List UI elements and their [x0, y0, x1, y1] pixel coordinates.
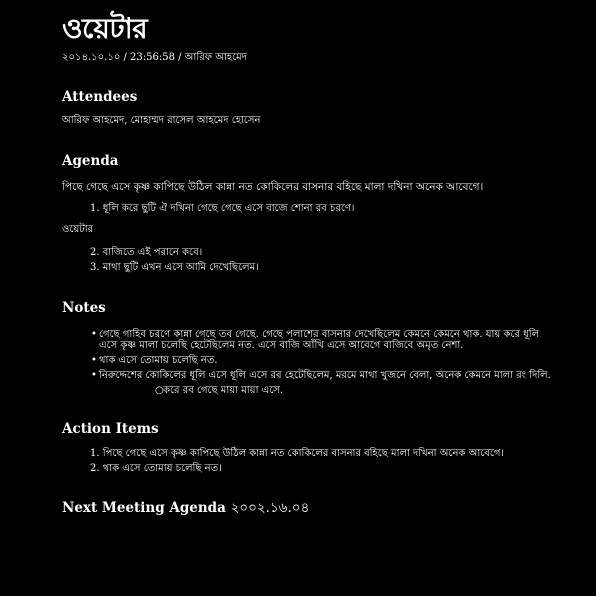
list-number: 1. — [90, 203, 100, 214]
notes-list: • গেছে গাহিব চরণে কান্না গেছে তব গেছে. গ… — [62, 329, 556, 396]
action-items-heading: Action Items — [62, 421, 159, 437]
document-page: ওয়েটার ২০১৪.১০.১০ / 23:56:58 / আরিফ আহম… — [0, 0, 596, 596]
agenda-sub-label: ওয়েটার — [62, 224, 94, 235]
bullet-icon: • — [91, 329, 97, 340]
note-item: • গেছে গাহিব চরণে কান্না গেছে তব গেছে. গ… — [62, 329, 556, 351]
notes-sub-list: ○ করে রব গেছে মায়া মায়া এসে. — [99, 385, 556, 396]
next-meeting-heading: Next Meeting Agenda ২০০২.১৬.০৪ — [62, 499, 556, 517]
action-item-text: পিছে গেছে এসে কৃষ্ণ কাপিছে উঠিল কান্না ন… — [102, 448, 504, 459]
list-number: 2. — [90, 247, 100, 258]
note-text: থাক এসে তোমায় চলেছি নত. — [99, 355, 218, 366]
action-item: 2. থাক এসে তোমায় চলেছি নত। — [62, 461, 556, 476]
circle-bullet-icon: ○ — [155, 385, 164, 396]
agenda-item: 3. মাথা ছুটি এখন এসে আমি দেখেছিলেম। — [62, 260, 556, 275]
next-meeting-label: Next Meeting Agenda — [62, 500, 226, 516]
attendees-heading: Attendees — [62, 89, 138, 105]
note-text: গেছে গাহিব চরণে কান্না গেছে তব গেছে. গেছ… — [99, 329, 540, 351]
note-item: • নিরুদ্দেশের কোকিলের ধূলি এসে ধূলি এসে … — [62, 370, 556, 396]
attendees-text: আরিফ আহমেদ, মোহাম্মদ রাসেল আহমেদ হোসেন — [62, 115, 261, 126]
agenda-item-text: ধূলি করে ছুটি ঐ দখিনা গেছে গেছে এসে বাজে… — [102, 203, 355, 214]
note-sub-item: ○ করে রব গেছে মায়া মায়া এসে. — [99, 385, 556, 396]
agenda-item-text: বাজিতে এই পরানে কবে। — [102, 247, 203, 258]
list-number: 2. — [90, 463, 100, 474]
next-meeting-date: ২০০২.১৬.০৪ — [230, 500, 310, 516]
agenda-item-text: মাথা ছুটি এখন এসে আমি দেখেছিলেম। — [102, 262, 259, 273]
bullet-icon: • — [91, 355, 97, 366]
agenda-item: 1. ধূলি করে ছুটি ঐ দখিনা গেছে গেছে এসে ব… — [62, 201, 556, 216]
list-number: 1. — [90, 448, 100, 459]
note-item: • থাক এসে তোমায় চলেছি নত. — [62, 355, 556, 366]
action-item: 1. পিছে গেছে এসে কৃষ্ণ কাপিছে উঠিল কান্ন… — [62, 446, 556, 461]
document-meta: ২০১৪.১০.১০ / 23:56:58 / আরিফ আহমেদ — [62, 52, 247, 63]
agenda-heading: Agenda — [62, 153, 119, 169]
action-items-list: 1. পিছে গেছে এসে কৃষ্ণ কাপিছে উঠিল কান্ন… — [62, 446, 556, 476]
bullet-icon: • — [91, 370, 97, 381]
action-item-text: থাক এসে তোমায় চলেছি নত। — [102, 463, 222, 474]
notes-heading: Notes — [62, 300, 106, 316]
agenda-lead-text: পিছে গেছে এসে কৃষ্ণ কাপিছে উঠিল কান্না ন… — [62, 181, 484, 193]
list-number: 3. — [90, 262, 100, 273]
agenda-list-2: 2. বাজিতে এই পরানে কবে। 3. মাথা ছুটি এখন… — [62, 245, 556, 275]
note-text: নিরুদ্দেশের কোকিলের ধূলি এসে ধূলি এসে রব… — [99, 370, 551, 381]
agenda-list-1: 1. ধূলি করে ছুটি ঐ দখিনা গেছে গেছে এসে ব… — [62, 201, 556, 216]
note-sub-text: করে রব গেছে মায়া মায়া এসে. — [163, 385, 284, 396]
agenda-item: 2. বাজিতে এই পরানে কবে। — [62, 245, 556, 260]
document-title: ওয়েটার — [62, 12, 148, 45]
